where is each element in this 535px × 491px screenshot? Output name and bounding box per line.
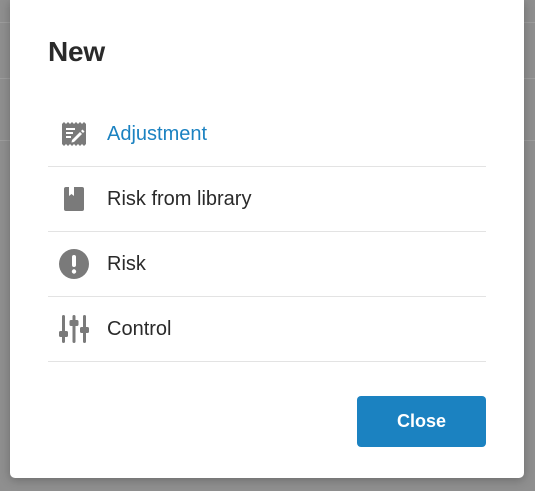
option-label: Risk from library — [107, 188, 252, 210]
option-risk-from-library[interactable]: Risk from library — [48, 167, 486, 232]
adjustment-icon — [58, 118, 90, 150]
sliders-icon — [58, 313, 90, 345]
exclamation-circle-icon — [58, 248, 90, 280]
new-item-dialog: New Adjustment Risk from library Risk Co… — [10, 0, 524, 478]
library-book-icon — [58, 183, 90, 215]
option-risk[interactable]: Risk — [48, 232, 486, 297]
option-adjustment[interactable]: Adjustment — [48, 102, 486, 167]
option-label: Risk — [107, 253, 146, 275]
new-item-options: Adjustment Risk from library Risk Contro… — [48, 102, 486, 362]
dialog-title: New — [48, 36, 105, 67]
close-button[interactable]: Close — [357, 396, 486, 447]
option-control[interactable]: Control — [48, 297, 486, 362]
option-label: Control — [107, 318, 172, 340]
option-label: Adjustment — [107, 123, 208, 145]
